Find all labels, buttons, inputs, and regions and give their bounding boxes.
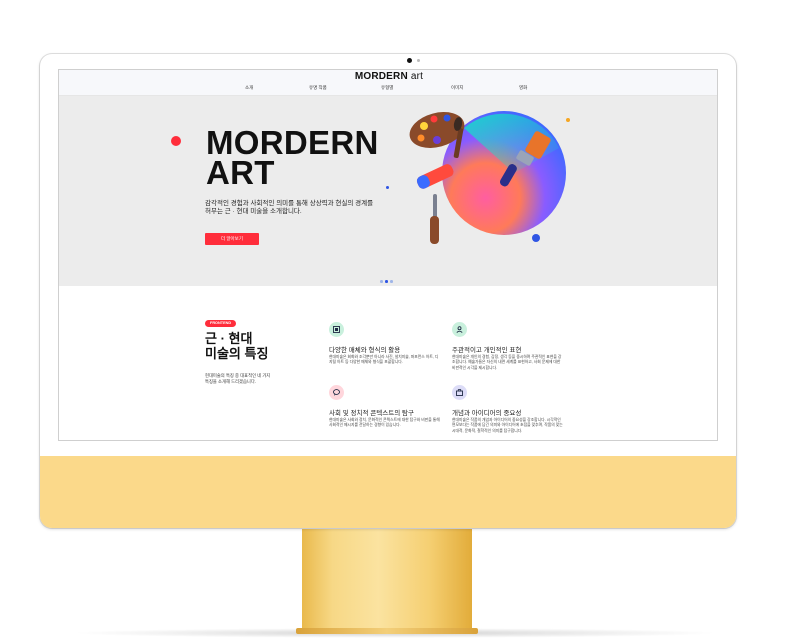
camera-icon — [407, 58, 412, 63]
learn-more-button[interactable]: 더 알아보기 — [205, 233, 259, 245]
hero-description: 감각적인 경험과 사회적인 의미를 통해 상상력과 현실의 경계를 허무는 근 … — [205, 200, 405, 216]
hero-title: MORDERN ART — [206, 126, 406, 191]
features-title-line2: 미술의 특징 — [205, 346, 269, 361]
card-title: 다양한 매체와 형식의 활용 — [329, 347, 401, 354]
briefcase-icon — [452, 385, 467, 400]
card-title: 사회 및 정치적 콘텍스트의 탐구 — [329, 410, 414, 417]
slider-dot-3[interactable] — [390, 280, 393, 283]
section-badge: FRONTEND — [205, 320, 237, 327]
monitor-stand-foot — [296, 628, 478, 634]
slider-dot-1[interactable] — [380, 280, 383, 283]
site-logo[interactable]: MORDERN art — [59, 71, 717, 82]
slider-dot-2-active[interactable] — [385, 280, 388, 283]
logo-bold: MORDERN — [354, 71, 408, 82]
main-nav: 소개 유명 작품 유형별 이미지 영화 — [59, 85, 717, 95]
art-tools-illustration — [409, 111, 566, 244]
hero-title-line2: ART — [206, 154, 275, 191]
card-text: 현대미술은 작품의 개념과 아이디어의 중요성을 강조합니다. 시각적인 면모보… — [452, 418, 563, 433]
monitor-chin — [40, 456, 736, 528]
features-title-line1: 근 · 현대 — [205, 331, 253, 346]
card-title: 주관적이고 개인적인 표현 — [452, 347, 522, 354]
monitor-stand — [302, 528, 472, 632]
logo-light: art — [407, 71, 424, 82]
site-header: MORDERN art 소개 유명 작품 유형별 이미지 영화 — [59, 70, 717, 96]
card-text: 현대미술은 사회와 정치, 문화적인 콘텍스트에 대한 탐구와 비판을 통해 사… — [329, 418, 440, 428]
card-title: 개념과 아이디어의 중요성 — [452, 410, 522, 417]
nav-item-intro[interactable]: 소개 — [245, 85, 253, 91]
camera-sensor — [417, 59, 420, 62]
person-icon — [452, 322, 467, 337]
features-section: FRONTEND 근 · 현대 미술의 특징 현대미술의 특징 중 대표적인 네… — [59, 286, 717, 440]
features-description-line2: 특징을 소개해 드리겠습니다. — [205, 379, 257, 384]
features-description: 현대미술의 특징 중 대표적인 네 가지 특징을 소개해 드리겠습니다. — [205, 373, 305, 385]
decor-dot-red — [171, 136, 181, 146]
paint-roller-icon — [416, 164, 454, 244]
card-text: 현대미술은 개인의 경험, 감정, 생각 등을 중시하며 주관적인 표현을 강조… — [452, 355, 562, 370]
speech-bubble-icon — [329, 385, 344, 400]
hero-description-line2: 허무는 근 · 현대 미술을 소개합니다. — [205, 208, 302, 215]
decor-dot-blue — [532, 234, 540, 242]
webpage-screen: MORDERN art 소개 유명 작품 유형별 이미지 영화 MORDERN … — [58, 69, 718, 441]
features-title: 근 · 현대 미술의 특징 — [205, 331, 325, 361]
nav-item-images[interactable]: 이미지 — [451, 85, 463, 91]
nav-item-by-type[interactable]: 유형별 — [381, 85, 393, 91]
frame-icon — [329, 322, 344, 337]
hero-description-line1: 감각적인 경험과 사회적인 의미를 통해 상상력과 현실의 경계를 — [205, 200, 374, 207]
nav-item-movies[interactable]: 영화 — [519, 85, 527, 91]
nav-item-famous-works[interactable]: 유명 작품 — [309, 85, 327, 91]
hero-section: MORDERN ART 감각적인 경험과 사회적인 의미를 통해 상상력과 현실… — [59, 96, 717, 286]
card-text: 현대미술은 회화와 조각뿐만 아니라 사진, 설치미술, 퍼포먼스 아트, 디지… — [329, 355, 439, 365]
